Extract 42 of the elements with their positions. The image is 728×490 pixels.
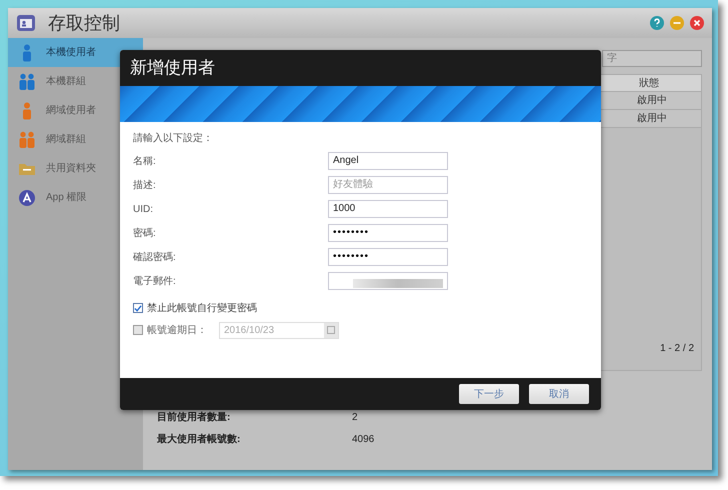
people-icon (18, 72, 36, 90)
field-label: 確認密碼: (133, 250, 177, 264)
stat-label: 目前使用者數量: (157, 410, 232, 425)
folder-icon (18, 162, 36, 176)
window-title: 存取控制 (48, 12, 120, 34)
stat-label: 最大使用者帳號數: (157, 432, 242, 447)
pagination-text: 1 - 2 / 2 (660, 342, 694, 356)
dialog-button[interactable]: 下一步 (459, 384, 519, 404)
field-label: 密碼: (133, 226, 157, 240)
column-header: 狀態 (638, 76, 659, 91)
field-label: 描述: (133, 178, 157, 192)
field-label: 名稱: (133, 154, 157, 168)
sidebar-item[interactable]: 網域使用者 (8, 96, 143, 125)
option-label: 禁止此帳號自行變更密碼 (147, 302, 257, 316)
table-cell-text: 啟用中 (636, 94, 667, 108)
field-label: UID: (133, 202, 154, 216)
stat-value: 2 (352, 411, 358, 425)
checkbox[interactable] (133, 325, 143, 335)
calendar-icon[interactable] (327, 326, 335, 334)
help-icon[interactable] (650, 16, 664, 30)
input-field[interactable]: Angel (328, 152, 448, 170)
dialog-button[interactable]: 取消 (529, 384, 589, 404)
checkbox[interactable] (133, 303, 143, 313)
close-icon[interactable] (690, 16, 704, 30)
search-field[interactable]: 字 (602, 50, 702, 67)
person-icon (20, 44, 34, 62)
app-circle-icon (19, 190, 35, 206)
people-icon (18, 130, 36, 148)
input-field[interactable]: 好友體驗 (328, 176, 448, 194)
field-label: 電子郵件: (133, 274, 177, 288)
input-field[interactable] (328, 272, 448, 290)
input-field[interactable]: •••••••• (328, 248, 448, 266)
date-field[interactable]: 2016/10/23 (219, 322, 339, 338)
table-cell-text: 啟用中 (636, 112, 667, 126)
input-field[interactable]: •••••••• (328, 224, 448, 242)
option-label: 帳號逾期日： (147, 324, 207, 338)
person-icon (20, 102, 34, 120)
instruction-text: 請輸入以下設定： (133, 132, 214, 146)
input-field[interactable]: 1000 (328, 200, 448, 218)
minimize-icon[interactable] (670, 16, 684, 30)
stat-value: 4096 (352, 433, 374, 447)
id-card-icon (16, 14, 36, 32)
